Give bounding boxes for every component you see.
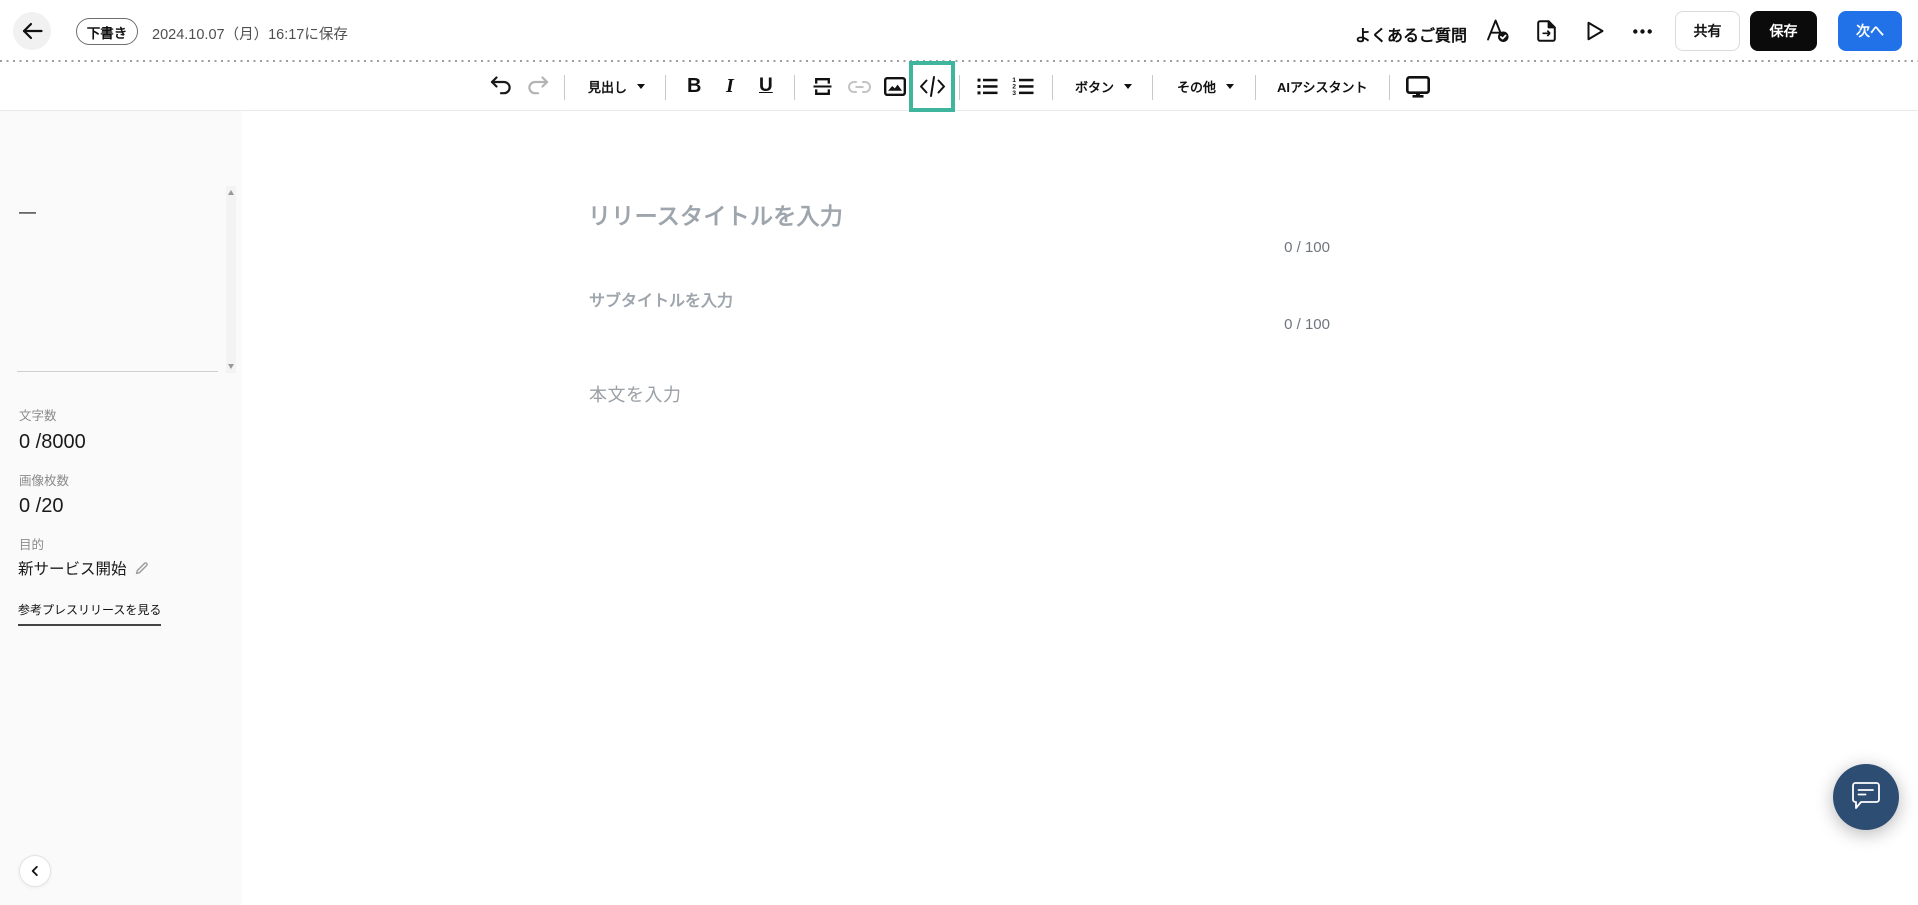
svg-text:3: 3 — [1012, 90, 1016, 96]
